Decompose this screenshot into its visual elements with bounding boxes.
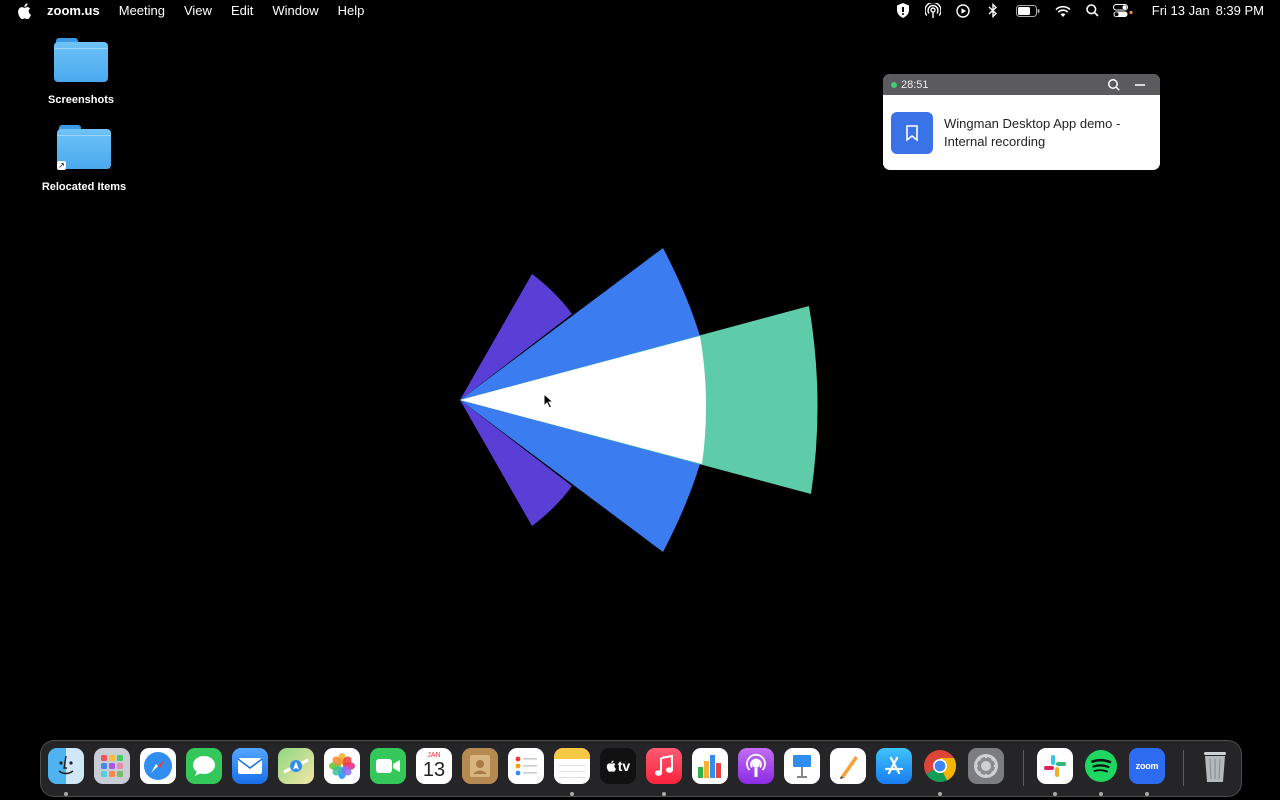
- keynote-icon[interactable]: [784, 748, 820, 784]
- dock: JAN 13 tv zoom: [40, 740, 1242, 797]
- messages-icon[interactable]: [186, 748, 222, 784]
- recording-title: Wingman Desktop App demo - Internal reco…: [944, 115, 1121, 149]
- numbers-icon[interactable]: [692, 748, 728, 784]
- clock-time: 8:39 PM: [1215, 3, 1264, 18]
- calendar-icon[interactable]: JAN 13: [416, 748, 452, 784]
- running-indicator: [938, 792, 942, 796]
- calendar-day: 13: [422, 758, 446, 781]
- apple-menu-icon[interactable]: [17, 2, 31, 19]
- menu-window[interactable]: Window: [272, 3, 318, 18]
- running-indicator: [570, 792, 574, 796]
- desktop-icon-label: Screenshots: [47, 94, 115, 106]
- recording-status-dot: [891, 81, 897, 88]
- zoom-icon[interactable]: zoom: [1129, 748, 1165, 784]
- apple-tv-icon[interactable]: tv: [600, 748, 636, 784]
- control-center-icon[interactable]: [1108, 0, 1138, 21]
- running-indicator: [1053, 792, 1057, 796]
- menu-edit[interactable]: Edit: [231, 3, 253, 18]
- menu-meeting[interactable]: Meeting: [119, 3, 165, 18]
- desktop-icon-label: Relocated Items: [41, 181, 127, 193]
- trash-icon[interactable]: [1197, 748, 1233, 784]
- bookmark-icon: [891, 111, 933, 154]
- folder-alias-icon: ↗: [57, 125, 111, 170]
- system-settings-icon[interactable]: [968, 748, 1004, 784]
- photos-icon[interactable]: [324, 748, 360, 784]
- mouse-cursor-icon: [543, 393, 555, 409]
- contacts-icon[interactable]: [462, 748, 498, 784]
- finder-icon[interactable]: [48, 748, 84, 784]
- desktop-folder-relocated-items[interactable]: ↗ Relocated Items: [34, 125, 134, 193]
- running-indicator: [662, 792, 666, 796]
- spotify-icon[interactable]: [1083, 748, 1119, 784]
- podcasts-icon[interactable]: [738, 748, 774, 784]
- facetime-icon[interactable]: [370, 748, 406, 784]
- search-icon[interactable]: [1078, 0, 1108, 21]
- recording-header: 28:51: [883, 74, 1160, 95]
- dock-separator: [1183, 750, 1184, 786]
- desktop-folder-screenshots[interactable]: Screenshots: [31, 38, 131, 106]
- zoom-label: zoom: [1135, 761, 1159, 771]
- notes-icon[interactable]: [554, 748, 590, 784]
- running-indicator: [1145, 792, 1149, 796]
- menu-app-name[interactable]: zoom.us: [47, 3, 100, 18]
- menu-view[interactable]: View: [184, 3, 212, 18]
- slack-icon[interactable]: [1037, 748, 1073, 784]
- dock-separator: [1023, 750, 1024, 786]
- shield-icon[interactable]: [888, 0, 918, 21]
- search-icon[interactable]: [1106, 77, 1122, 93]
- menu-clock[interactable]: Fri 13 Jan 8:39 PM: [1146, 3, 1264, 18]
- chrome-icon[interactable]: [922, 748, 958, 784]
- minimize-icon[interactable]: [1132, 77, 1148, 93]
- mail-icon[interactable]: [232, 748, 268, 784]
- battery-icon[interactable]: [1008, 0, 1048, 21]
- music-icon[interactable]: [646, 748, 682, 784]
- running-indicator: [64, 792, 68, 796]
- safari-icon[interactable]: [140, 748, 176, 784]
- menu-bar: zoom.us Meeting View Edit Window Help Fr…: [0, 0, 1280, 21]
- bluetooth-icon[interactable]: [978, 0, 1008, 21]
- apple-tv-label: tv: [617, 758, 631, 774]
- launchpad-icon[interactable]: [94, 748, 130, 784]
- reminders-icon[interactable]: [508, 748, 544, 784]
- wingman-logo: [460, 248, 818, 552]
- maps-icon[interactable]: [278, 748, 314, 784]
- airdrop-icon[interactable]: [918, 0, 948, 21]
- clock-date: Fri 13 Jan: [1151, 3, 1210, 18]
- recording-widget[interactable]: 28:51 Wingman Desktop App demo - Interna…: [883, 74, 1160, 170]
- app-store-icon[interactable]: [876, 748, 912, 784]
- recording-elapsed-time: 28:51: [901, 78, 929, 91]
- play-icon[interactable]: [948, 0, 978, 21]
- pages-icon[interactable]: [830, 748, 866, 784]
- folder-icon: [54, 38, 108, 82]
- running-indicator: [1099, 792, 1103, 796]
- wifi-icon[interactable]: [1048, 0, 1078, 21]
- menu-help[interactable]: Help: [338, 3, 365, 18]
